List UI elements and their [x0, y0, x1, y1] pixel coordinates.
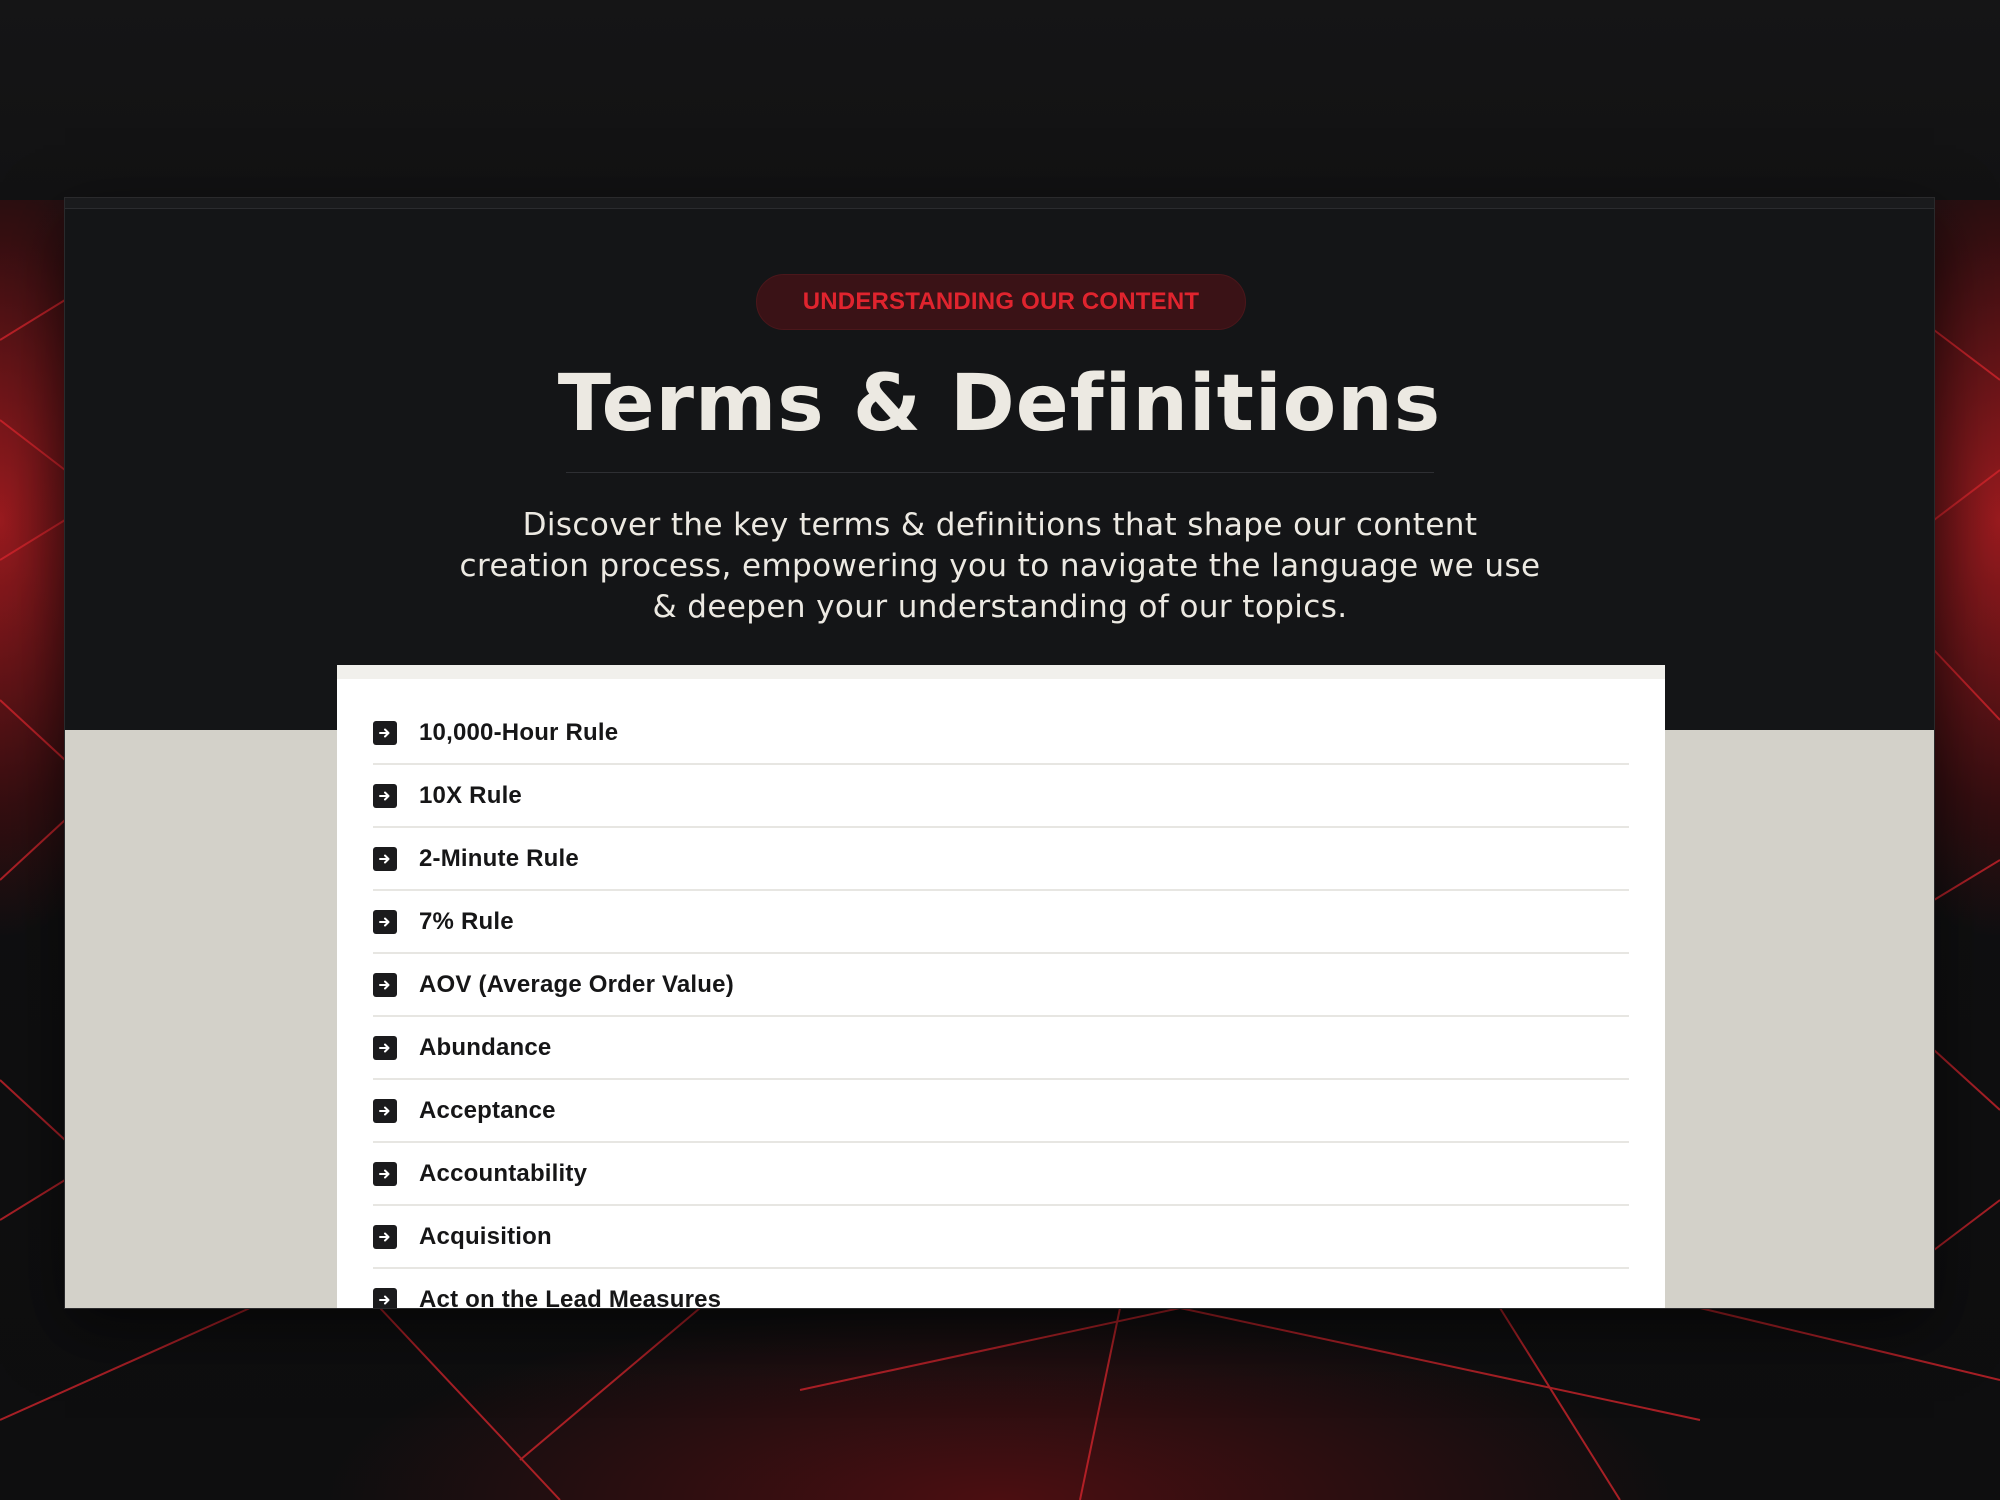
page-subtitle: Discover the key terms & definitions tha… — [395, 505, 1605, 628]
term-label: 10,000-Hour Rule — [419, 718, 619, 746]
term-item[interactable]: 10X Rule — [373, 765, 1629, 828]
term-item[interactable]: Abundance — [373, 1017, 1629, 1080]
hero-section: UNDERSTANDING OUR CONTENT Terms & Defini… — [65, 209, 1934, 730]
term-item[interactable]: Accountability — [373, 1143, 1629, 1206]
term-item[interactable]: 10,000-Hour Rule — [373, 702, 1629, 765]
subtitle-line: creation process, empowering you to navi… — [459, 548, 1541, 584]
arrow-right-square-icon — [373, 1098, 397, 1123]
arrow-right-square-icon — [373, 1287, 397, 1308]
term-item[interactable]: Act on the Lead Measures — [373, 1269, 1629, 1308]
term-label: 10X Rule — [419, 781, 522, 809]
arrow-right-square-icon — [373, 1035, 397, 1060]
term-label: Abundance — [419, 1033, 552, 1061]
term-label: 2-Minute Rule — [419, 844, 579, 872]
term-label: AOV (Average Order Value) — [419, 970, 734, 998]
term-item[interactable]: Acquisition — [373, 1206, 1629, 1269]
arrow-right-square-icon — [373, 783, 397, 808]
arrow-right-square-icon — [373, 720, 397, 745]
eyebrow-badge: UNDERSTANDING OUR CONTENT — [756, 274, 1246, 330]
desktop-background: UNDERSTANDING OUR CONTENT Terms & Defini… — [0, 0, 2000, 1500]
term-label: Acceptance — [419, 1096, 556, 1124]
terms-list: 10,000-Hour Rule 10X Rule 2-Minute Rule — [373, 702, 1629, 1308]
term-item[interactable]: Acceptance — [373, 1080, 1629, 1143]
page-title: Terms & Definitions — [557, 359, 1442, 449]
title-divider — [566, 472, 1434, 473]
window-top-edge — [65, 198, 1934, 209]
term-label: Accountability — [419, 1159, 588, 1187]
term-label: 7% Rule — [419, 907, 514, 935]
arrow-right-square-icon — [373, 909, 397, 934]
subtitle-line: & deepen your understanding of our topic… — [652, 589, 1348, 625]
browser-window: UNDERSTANDING OUR CONTENT Terms & Defini… — [65, 198, 1934, 1308]
term-label: Acquisition — [419, 1222, 552, 1250]
arrow-right-square-icon — [373, 1161, 397, 1186]
term-item[interactable]: 2-Minute Rule — [373, 828, 1629, 891]
term-item[interactable]: AOV (Average Order Value) — [373, 954, 1629, 1017]
term-item[interactable]: 7% Rule — [373, 891, 1629, 954]
terms-panel: 10,000-Hour Rule 10X Rule 2-Minute Rule — [337, 665, 1665, 1308]
arrow-right-square-icon — [373, 1224, 397, 1249]
term-label: Act on the Lead Measures — [419, 1285, 722, 1309]
arrow-right-square-icon — [373, 846, 397, 871]
subtitle-line: Discover the key terms & definitions tha… — [522, 507, 1478, 543]
arrow-right-square-icon — [373, 972, 397, 997]
